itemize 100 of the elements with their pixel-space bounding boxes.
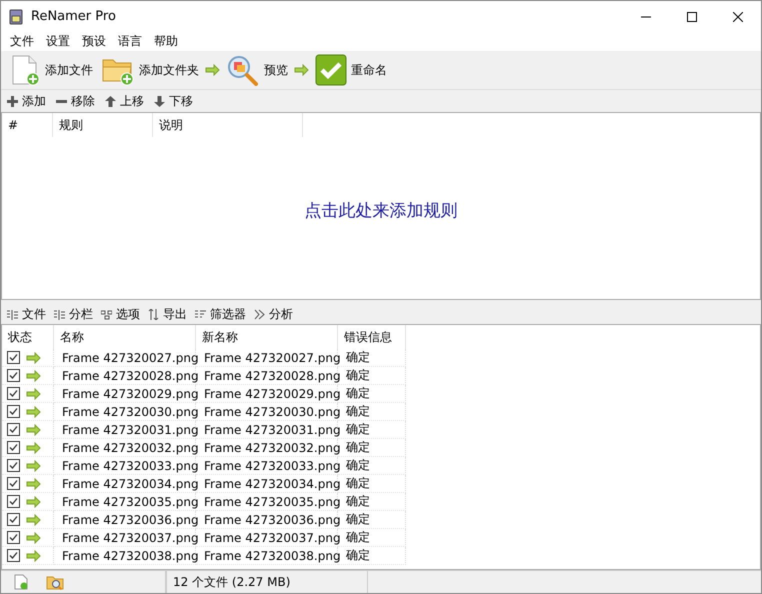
arrow-right-icon (26, 478, 41, 490)
folder-search-icon (46, 574, 64, 590)
arrow-right-icon (205, 64, 220, 76)
toolbar-button[interactable]: 添加文件 (7, 54, 95, 86)
table-cell: 确定 (338, 385, 406, 403)
magnifier-icon (226, 54, 260, 86)
rule-tool-button[interactable]: 添加 (5, 92, 48, 110)
table-cell: Frame 427320035.png (196, 493, 338, 511)
arrow-right-icon (26, 370, 41, 382)
arrow-right-icon (26, 388, 41, 400)
add-rule-hint[interactable]: 点击此处来添加规则 (304, 198, 458, 222)
arrow-right-icon (26, 442, 41, 454)
arrow-right-icon (26, 460, 41, 472)
table-cell: Frame 427320030.png (54, 403, 196, 421)
table-cell: Frame 427320031.png (54, 421, 196, 439)
rule-tool-button[interactable]: 上移 (103, 92, 146, 110)
checkbox[interactable] (7, 477, 20, 490)
arrow-right-icon (26, 514, 41, 526)
arrows-icon (148, 309, 159, 320)
file-tool-button[interactable]: 分析 (252, 306, 295, 323)
checkbox[interactable] (7, 423, 20, 436)
file-count-status: 12 个文件 (2.27 MB) (173, 574, 290, 590)
list-icon (54, 309, 65, 320)
arrow-up-icon (105, 96, 116, 106)
column-header[interactable]: 错误信息 (338, 325, 406, 349)
checkbox[interactable] (7, 387, 20, 400)
arrow-right-icon (294, 64, 309, 76)
checkbox[interactable] (7, 441, 20, 454)
table-cell: 确定 (338, 529, 406, 547)
table-cell: Frame 427320031.png (196, 421, 338, 439)
table-cell: 确定 (338, 475, 406, 493)
toolbar-button[interactable]: 重命名 (313, 54, 389, 86)
table-cell: Frame 427320037.png (54, 529, 196, 547)
checkbox[interactable] (7, 405, 20, 418)
table-cell: Frame 427320038.png (196, 547, 338, 565)
menu-item[interactable]: 设置 (40, 33, 76, 50)
table-cell: Frame 427320036.png (54, 511, 196, 529)
table-cell: 确定 (338, 547, 406, 565)
file-tool-button[interactable]: 文件 (5, 306, 48, 323)
checkbox[interactable] (7, 549, 20, 562)
maximize-icon (687, 12, 697, 22)
checkbox[interactable] (7, 369, 20, 382)
arrow-right-icon (26, 496, 41, 508)
checkbox[interactable] (7, 531, 20, 544)
table-cell: Frame 427320033.png (196, 457, 338, 475)
menu-item[interactable]: 文件 (4, 33, 40, 50)
window-title: ReNamer Pro (31, 9, 117, 24)
table-cell: Frame 427320027.png (54, 349, 196, 367)
rule-tool-button[interactable]: 下移 (152, 92, 195, 110)
file-tool-button[interactable]: 选项 (99, 306, 142, 323)
table-cell: 确定 (338, 511, 406, 529)
arrow-right-icon (26, 424, 41, 436)
filter-icon (195, 309, 206, 320)
column-header[interactable]: 规则 (53, 113, 153, 137)
arrow-right-icon (26, 550, 41, 562)
column-header[interactable]: 状态 (2, 325, 54, 349)
table-cell: Frame 427320038.png (54, 547, 196, 565)
arrow-right-icon (26, 406, 41, 418)
table-cell: Frame 427320028.png (196, 367, 338, 385)
table-cell: 确定 (338, 349, 406, 367)
table-cell: Frame 427320036.png (196, 511, 338, 529)
file-tool-button[interactable]: 导出 (146, 306, 189, 323)
table-cell: Frame 427320034.png (54, 475, 196, 493)
nodes-icon (101, 309, 112, 320)
table-cell: Frame 427320032.png (196, 439, 338, 457)
table-cell: Frame 427320033.png (54, 457, 196, 475)
column-header[interactable]: 新名称 (196, 325, 338, 349)
file-tool-button[interactable]: 筛选器 (193, 306, 248, 323)
table-cell: 确定 (338, 493, 406, 511)
list-icon (7, 309, 18, 320)
table-cell: 确定 (338, 367, 406, 385)
column-header[interactable]: 说明 (153, 113, 303, 137)
toolbar-button[interactable]: 添加文件夹 (99, 54, 201, 86)
checkmark-icon (315, 54, 347, 86)
plus-icon (7, 96, 18, 106)
checkbox[interactable] (7, 495, 20, 508)
table-cell: Frame 427320027.png (196, 349, 338, 367)
column-header[interactable]: 名称 (54, 325, 196, 349)
table-cell: 确定 (338, 439, 406, 457)
table-cell: Frame 427320032.png (54, 439, 196, 457)
table-cell: Frame 427320028.png (54, 367, 196, 385)
checkbox[interactable] (7, 351, 20, 364)
table-cell: Frame 427320030.png (196, 403, 338, 421)
app-icon (7, 8, 25, 26)
close-icon (733, 12, 743, 22)
menu-item[interactable]: 帮助 (148, 33, 184, 50)
table-cell: 确定 (338, 403, 406, 421)
table-cell: Frame 427320035.png (54, 493, 196, 511)
toolbar-button[interactable]: 预览 (224, 54, 290, 86)
menu-item[interactable]: 预设 (76, 33, 112, 50)
checkbox[interactable] (7, 513, 20, 526)
play-icon (254, 309, 265, 320)
column-header[interactable]: # (2, 113, 53, 137)
menu-item[interactable]: 语言 (112, 33, 148, 50)
table-cell: 确定 (338, 421, 406, 439)
checkbox[interactable] (7, 459, 20, 472)
table-cell: Frame 427320034.png (196, 475, 338, 493)
rule-tool-button[interactable]: 移除 (54, 92, 97, 110)
table-cell: Frame 427320037.png (196, 529, 338, 547)
file-tool-button[interactable]: 分栏 (52, 306, 95, 323)
